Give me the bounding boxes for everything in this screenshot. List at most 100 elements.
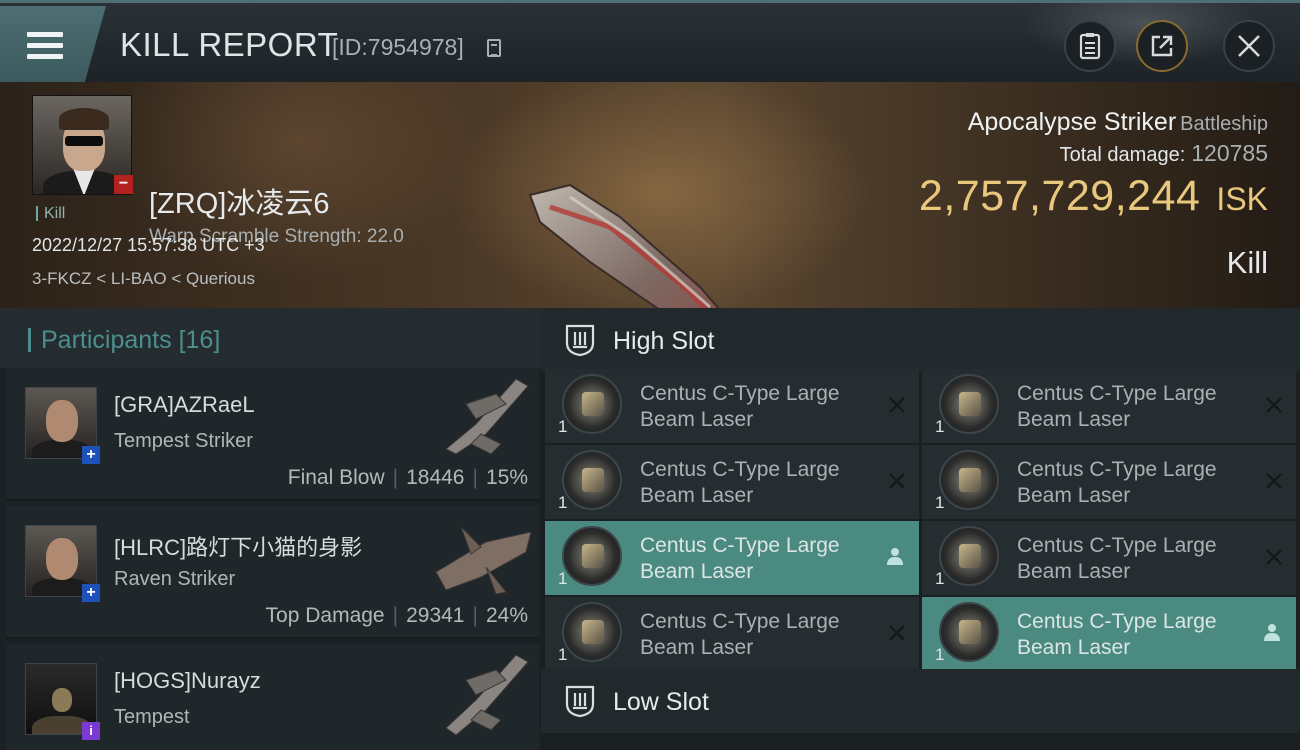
participants-header: Participants [16]: [0, 308, 541, 368]
participant-badge: +: [82, 446, 100, 464]
participant-stats: Final Blow | 18446 | 15%: [287, 466, 528, 489]
destroyed-icon: [889, 473, 905, 489]
kill-location: 3-FKCZ < LI-BAO < Querious: [32, 269, 255, 288]
module-item[interactable]: 1 Centus C-Type Large Beam Laser: [545, 369, 919, 443]
participants-panel: Participants [16] + [GRA]AZRaeL Tempest …: [0, 308, 541, 750]
module-quantity: 1: [935, 493, 945, 512]
destroyed-icon: [1266, 397, 1282, 413]
module-quantity: 1: [935, 569, 945, 588]
ship-name[interactable]: Apocalypse Striker: [968, 108, 1176, 136]
participant-damage: 18446: [406, 466, 465, 489]
victim-status-badge: −: [114, 175, 133, 194]
participants-count: [16]: [178, 326, 221, 354]
module-quantity: 1: [935, 645, 945, 664]
module-item[interactable]: 1 Centus C-Type Large Beam Laser: [922, 445, 1296, 519]
close-button[interactable]: [1223, 20, 1275, 72]
participant-row[interactable]: + [HLRC]路灯下小猫的身影 Raven Striker Top Damag…: [6, 506, 539, 639]
laser-module-icon: [939, 450, 999, 510]
module-name: Centus C-Type Large Beam Laser: [640, 610, 840, 659]
module-quantity: 1: [935, 417, 945, 436]
report-id: [ID:7954978]: [332, 34, 464, 60]
high-slot-header: High Slot: [541, 308, 1300, 372]
low-slot-title: Low Slot: [613, 688, 709, 716]
ship-info: Apocalypse Striker Battleship: [968, 108, 1268, 137]
menu-icon: [27, 32, 63, 60]
module-name: Centus C-Type Large Beam Laser: [640, 458, 840, 507]
menu-button[interactable]: [0, 6, 106, 82]
dropped-icon: [1264, 624, 1280, 641]
module-name: Centus C-Type Large Beam Laser: [640, 534, 840, 583]
participant-ship: Tempest Striker: [114, 430, 253, 452]
kill-summary-banner: [ZRQ]冰凌云6 Warp Scramble Strength: 22.0 −…: [0, 82, 1300, 371]
participant-ship-image: [445, 378, 529, 455]
participant-row[interactable]: + [GRA]AZRaeL Tempest Striker Final Blow…: [6, 368, 539, 501]
high-slot-title: High Slot: [613, 327, 715, 355]
clipboard-button[interactable]: [1064, 20, 1116, 72]
module-name: Centus C-Type Large Beam Laser: [640, 382, 840, 431]
low-slot-header: Low Slot: [541, 669, 1300, 733]
close-icon: [1238, 35, 1260, 57]
participant-name: [HLRC]路灯下小猫的身影: [114, 535, 363, 560]
kill-timestamp: 2022/12/27 15:57:38 UTC +3: [32, 235, 265, 255]
high-slot-icon: [565, 324, 595, 357]
participants-title-text: Participants: [41, 326, 172, 354]
module-quantity: 1: [558, 493, 568, 512]
participant-name: [HOGS]Nurayz: [114, 668, 261, 693]
destroyed-icon: [889, 397, 905, 413]
total-damage: Total damage: 120785: [1060, 140, 1268, 167]
module-quantity: 1: [558, 569, 568, 588]
participant-ship: Raven Striker: [114, 568, 236, 590]
participant-badge: i: [82, 722, 100, 740]
module-item[interactable]: 1 Centus C-Type Large Beam Laser: [922, 369, 1296, 443]
laser-module-icon: [562, 374, 622, 434]
page-title: KILL REPORT: [120, 26, 339, 63]
destroyed-icon: [889, 625, 905, 641]
isk-value: 2,757,729,244: [918, 172, 1201, 220]
kill-tag: Kill: [36, 206, 65, 222]
module-item[interactable]: 1 Centus C-Type Large Beam Laser: [545, 597, 919, 671]
laser-module-icon: [562, 602, 622, 662]
participant-percent: 24%: [485, 604, 528, 627]
destroyed-icon: [1266, 549, 1282, 565]
participant-row[interactable]: i [HOGS]Nurayz Tempest: [6, 644, 539, 750]
participant-ship-image: [445, 654, 529, 736]
module-item[interactable]: 1 Centus C-Type Large Beam Laser: [922, 521, 1296, 595]
laser-module-icon: [939, 602, 999, 662]
participant-damage: 29341: [406, 604, 465, 627]
low-slot-icon: [565, 685, 595, 718]
module-quantity: 1: [558, 417, 568, 436]
participant-ship: Tempest: [114, 706, 190, 728]
module-name: Centus C-Type Large Beam Laser: [1017, 610, 1217, 659]
laser-module-icon: [939, 526, 999, 586]
participant-badge: +: [82, 584, 100, 602]
laser-module-icon: [562, 450, 622, 510]
laser-module-icon: [562, 526, 622, 586]
module-quantity: 1: [558, 645, 568, 664]
clipboard-icon: [1079, 33, 1101, 60]
module-name: Centus C-Type Large Beam Laser: [1017, 382, 1217, 431]
participants-title: Participants [16]: [28, 326, 221, 354]
destroyed-icon: [1266, 473, 1282, 489]
participant-stats: Top Damage | 29341 | 24%: [265, 604, 528, 627]
victim-name[interactable]: [ZRQ]冰凌云6: [149, 180, 329, 222]
module-name: Centus C-Type Large Beam Laser: [1017, 458, 1217, 507]
share-button[interactable]: [1136, 20, 1188, 72]
share-icon: [1151, 35, 1173, 57]
participant-role: Final Blow: [287, 466, 385, 489]
module-item[interactable]: 1 Centus C-Type Large Beam Laser: [545, 521, 919, 595]
participant-ship-image: [435, 526, 532, 595]
module-item[interactable]: 1 Centus C-Type Large Beam Laser: [922, 597, 1296, 671]
copy-icon[interactable]: [487, 39, 501, 57]
laser-module-icon: [939, 374, 999, 434]
isk-unit: ISK: [1216, 181, 1268, 217]
total-damage-label: Total damage:: [1059, 144, 1186, 166]
ship-class: Battleship: [1180, 113, 1268, 135]
participant-role: Top Damage: [265, 604, 385, 627]
isk-value-line: 2,757,729,244 ISK: [919, 172, 1268, 221]
total-damage-value: 120785: [1191, 140, 1268, 166]
participant-percent: 15%: [485, 466, 528, 489]
dropped-icon: [887, 548, 903, 565]
fitting-panel: High Slot 1 Centus C-Type Large Beam Lase…: [541, 308, 1300, 750]
participant-name: [GRA]AZRaeL: [114, 392, 255, 417]
module-item[interactable]: 1 Centus C-Type Large Beam Laser: [545, 445, 919, 519]
